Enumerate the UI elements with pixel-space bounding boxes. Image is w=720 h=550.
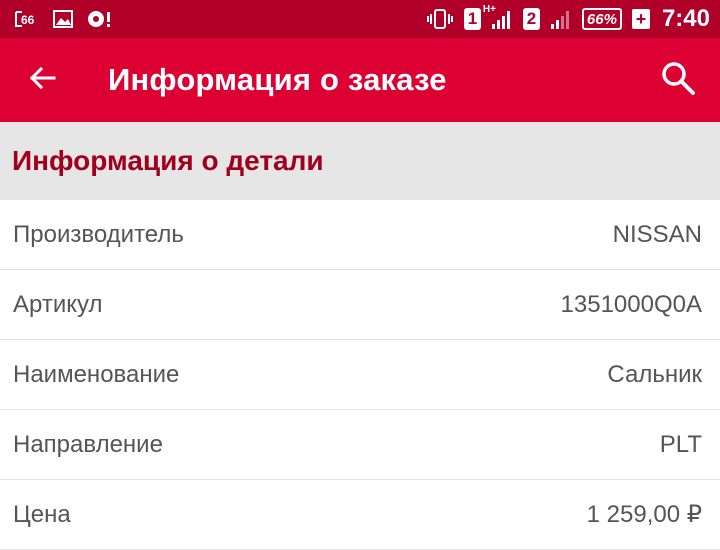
part-info-list: Производитель NISSAN Артикул 1351000Q0A … <box>0 200 720 550</box>
info-row-name: Наименование Сальник <box>0 340 720 410</box>
status-bar: 66 1 H+ 2 66% + 7:40 <box>0 0 720 38</box>
info-value: NISSAN <box>612 220 702 248</box>
sim1-badge: 1 <box>463 8 481 30</box>
info-value: Сальник <box>607 360 702 388</box>
info-row-direction: Направление PLT <box>0 410 720 480</box>
vibrate-icon <box>426 8 454 30</box>
battery-indicator: 66% <box>581 8 622 30</box>
charging-icon: + <box>631 9 650 29</box>
info-row-manufacturer: Производитель NISSAN <box>0 200 720 270</box>
search-icon <box>660 60 696 101</box>
section-header: Информация о детали <box>0 122 720 200</box>
info-value: 1 259,00 ₽ <box>586 501 702 528</box>
info-label: Наименование <box>13 360 180 388</box>
clock: 7:40 <box>661 5 710 32</box>
status-left-icons: 66 <box>12 8 112 30</box>
search-button[interactable] <box>650 52 706 108</box>
info-value: PLT <box>659 430 702 458</box>
status-right-icons: 1 H+ 2 66% + 7:40 <box>426 4 710 33</box>
info-label: Цена <box>13 500 71 528</box>
sim2-badge: 2 <box>522 8 540 30</box>
info-label: Производитель <box>13 220 184 248</box>
info-label: Направление <box>13 430 163 458</box>
arrow-back-icon <box>28 64 56 97</box>
info-row-article: Артикул 1351000Q0A <box>0 270 720 340</box>
page-title: Информация о заказе <box>108 62 447 97</box>
notification-badge-text: 66 <box>21 13 35 27</box>
app-bar: Информация о заказе <box>0 38 720 122</box>
signal-weak-icon <box>550 8 572 30</box>
media-alert-icon <box>86 8 112 30</box>
section-title: Информация о детали <box>12 145 324 176</box>
signal-icon: H+ <box>483 4 513 30</box>
info-value: 1351000Q0A <box>560 290 702 318</box>
network-type-label: H+ <box>482 4 496 15</box>
back-button[interactable] <box>14 52 70 108</box>
info-row-price: Цена 1 259,00 ₽ <box>0 480 720 550</box>
gallery-icon <box>52 9 74 29</box>
info-label: Артикул <box>13 290 103 318</box>
notification-badge-icon: 66 <box>12 9 40 29</box>
